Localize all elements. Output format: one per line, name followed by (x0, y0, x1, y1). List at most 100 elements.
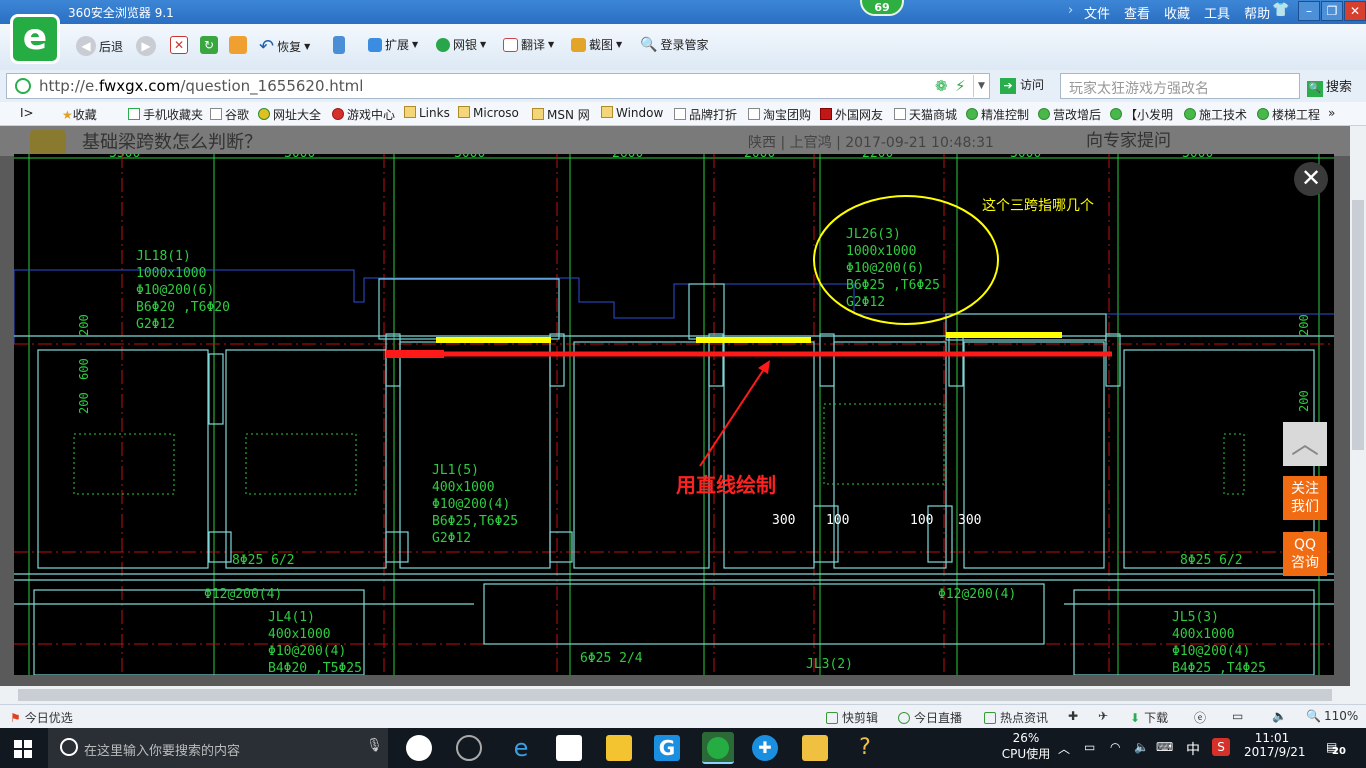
favorite-item[interactable]: 游戏中心 (332, 106, 395, 123)
vertical-scrollbar[interactable] (1350, 126, 1366, 704)
minimize-button[interactable]: – (1298, 1, 1320, 21)
zoom-control[interactable]: 🔍 110% (1306, 709, 1358, 723)
favorite-item[interactable]: 精准控制 (966, 106, 1029, 123)
restore-button[interactable]: ↶ 恢复 ▼ (259, 36, 310, 57)
favorite-item[interactable]: Window (601, 106, 663, 120)
volume-tray-icon[interactable]: 🔈 (1134, 740, 1149, 754)
first-aid-icon[interactable]: ✚ (1068, 709, 1078, 723)
close-image-button[interactable]: ✕ (1294, 162, 1328, 196)
span-dims: 300 100 100 300 (772, 513, 981, 528)
keyboard-icon[interactable]: ⌨ (1156, 740, 1173, 754)
status-item[interactable]: ⬇ 下载 (1130, 709, 1168, 726)
favorite-item[interactable]: 谷歌 (210, 106, 249, 123)
url-input[interactable]: http://e.fwxgx.com/question_1655620.html… (6, 73, 990, 99)
edge-icon[interactable]: e (508, 735, 534, 761)
screenshot-button[interactable]: 截图 ▼ (571, 36, 622, 53)
sidebar-toggle-icon[interactable]: I> (20, 106, 34, 120)
scroll-thumb[interactable] (18, 689, 1332, 701)
reload-icon[interactable]: ❁ (935, 77, 948, 95)
app-swirl-icon[interactable] (456, 735, 482, 761)
jl5-line: JL5(3) (1172, 610, 1219, 625)
favorite-item[interactable]: 天猫商城 (894, 106, 957, 123)
dim-label: 300 (772, 513, 795, 528)
jl26-line: G2Φ12 (846, 295, 885, 310)
score-badge[interactable]: 69 (860, 0, 904, 16)
favorite-item[interactable]: 手机收藏夹 (128, 106, 203, 123)
favorite-item[interactable]: 楼梯工程 (1257, 106, 1320, 123)
window-icon[interactable]: ▭ (1232, 709, 1243, 723)
tray-expand-icon[interactable]: ︿ (1058, 740, 1070, 757)
volume-icon[interactable]: 🔈 (1272, 709, 1287, 723)
lightning-icon[interactable]: ⚡ (955, 77, 966, 95)
status-item[interactable]: 热点资讯 (984, 709, 1048, 726)
menu-file[interactable]: 文件 (1084, 3, 1110, 22)
status-item[interactable]: 快剪辑 (826, 709, 878, 726)
pin-icon[interactable]: ✈ (1098, 709, 1108, 723)
favorite-item[interactable]: MSN 网 (532, 106, 590, 123)
file-explorer-icon[interactable] (606, 735, 632, 761)
search-button[interactable]: 🔍 搜索 (1307, 76, 1352, 97)
help-app-icon[interactable]: ? (852, 735, 878, 761)
qq-consult-button[interactable]: QQ咨询 (1283, 532, 1327, 576)
favorite-item[interactable]: Microso (458, 106, 519, 120)
status-item[interactable]: 今日直播 (898, 709, 962, 726)
home-button[interactable] (229, 36, 247, 54)
favorite-item[interactable]: 淘宝团购 (748, 106, 811, 123)
menu-help[interactable]: 帮助 (1244, 3, 1270, 22)
app-plus-icon[interactable]: ✚ (752, 735, 778, 761)
browser-360-task-icon[interactable] (702, 732, 734, 764)
dim-label: 600 (77, 358, 91, 380)
menu-tools[interactable]: 工具 (1204, 3, 1230, 22)
netbank-button[interactable]: 网银 ▼ (436, 36, 486, 53)
ime-indicator[interactable]: 中 (1186, 739, 1200, 759)
ask-expert-button[interactable]: 向专家提问 (1086, 126, 1171, 151)
battery-icon[interactable]: ▭ (1084, 740, 1095, 754)
wifi-icon[interactable]: ◠ (1110, 740, 1120, 754)
favorite-item[interactable]: Links (404, 106, 450, 120)
app-g-icon[interactable]: G (654, 735, 680, 761)
stop-button[interactable]: ✕ (170, 36, 188, 54)
today-picks-link[interactable]: ⚑ 今日优选 (10, 709, 73, 726)
maximize-button[interactable]: ❐ (1321, 1, 1343, 21)
windows-start-icon[interactable] (14, 740, 32, 758)
favorite-item[interactable]: 网址大全 (258, 106, 321, 123)
back-to-top-button[interactable]: ︿ (1283, 422, 1327, 466)
horizontal-scrollbar[interactable] (0, 686, 1350, 704)
ie-icon[interactable]: ⓔ (1194, 709, 1206, 726)
back-button[interactable]: ◀ 后退 (76, 36, 123, 56)
follow-us-button[interactable]: 关注我们 (1283, 476, 1327, 520)
clock[interactable]: 11:01 2017/9/21 (1244, 731, 1306, 759)
translate-button[interactable]: 翻译 ▼ (503, 36, 554, 53)
jl18-line: Φ10@200(6) (136, 283, 214, 298)
extend-button[interactable]: 扩展 ▼ (368, 36, 418, 53)
scroll-thumb[interactable] (1352, 200, 1364, 450)
dim-label: 100 (826, 513, 849, 528)
search-input[interactable]: 玩家太狂游戏方强改名 (1060, 73, 1300, 99)
dim-label: 200 (1297, 390, 1311, 412)
cpu-meter[interactable]: 26% CPU使用 (1000, 731, 1052, 762)
browser-logo-icon[interactable]: e (10, 14, 60, 64)
skin-icon[interactable]: 👕 (1272, 2, 1289, 18)
login-manager-button[interactable]: 🔍 登录管家 (640, 36, 708, 53)
favorite-item[interactable]: 品牌打折 (674, 106, 737, 123)
menu-favorites[interactable]: 收藏 (1164, 3, 1190, 22)
taskview-icon[interactable] (406, 735, 432, 761)
forward-button[interactable]: ▶ (136, 36, 156, 56)
sogou-icon[interactable]: S (1212, 738, 1230, 756)
more-favorites-icon[interactable]: » (1328, 106, 1335, 120)
close-window-button[interactable]: ✕ (1344, 1, 1366, 21)
menu-view[interactable]: 查看 (1124, 3, 1150, 22)
mobile-button[interactable] (333, 36, 345, 54)
notes-icon[interactable] (802, 735, 828, 761)
favorite-item[interactable]: 【小发明 (1110, 106, 1173, 123)
favorite-item[interactable]: ★收藏 (62, 106, 97, 123)
taskbar-search-input[interactable]: 在这里输入你要搜索的内容 🎙 (48, 728, 388, 768)
favorite-item[interactable]: 营改增后 (1038, 106, 1101, 123)
url-dropdown-icon[interactable]: ▼ (973, 75, 989, 97)
store-icon[interactable] (556, 735, 582, 761)
visit-button[interactable]: ➔ 访问 (1000, 76, 1044, 94)
favorite-item[interactable]: 外国网友 (820, 106, 883, 123)
refresh-button[interactable]: ↻ (200, 36, 218, 54)
favorite-item[interactable]: 施工技术 (1184, 106, 1247, 123)
microphone-icon[interactable]: 🎙 (366, 738, 383, 753)
